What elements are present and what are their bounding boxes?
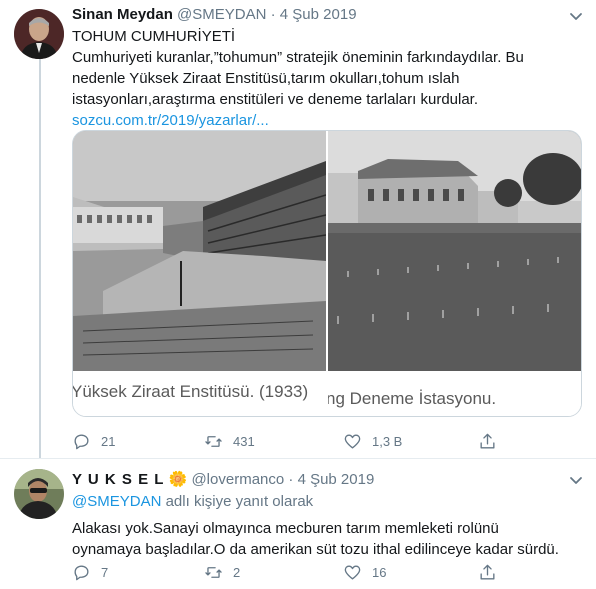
share-icon <box>480 564 495 580</box>
retweet-count: 2 <box>233 564 241 580</box>
photo-right-caption: ng Deneme İstasyonu. <box>328 389 497 408</box>
share-button[interactable] <box>478 430 507 452</box>
like-icon <box>344 433 361 449</box>
reply-icon <box>74 433 89 449</box>
tweet-actions: 7 2 16 <box>72 561 596 583</box>
reply-count: 7 <box>101 564 109 580</box>
chevron-down-icon[interactable] <box>566 470 586 490</box>
retweet-button[interactable]: 2 <box>204 561 240 583</box>
share-icon <box>480 433 495 449</box>
tweet-content: Y U K S E L 🌼 @lovermanco · 4 Şub 2019 @… <box>72 470 580 560</box>
author-handle[interactable]: @lovermanco <box>191 471 284 488</box>
author-handle[interactable]: @SMEYDAN <box>177 6 266 23</box>
author-name[interactable]: Y U K S E L <box>72 471 164 488</box>
tweet-header: Y U K S E L 🌼 @lovermanco · 4 Şub 2019 <box>72 470 580 490</box>
reply-context: @SMEYDAN adlı kişiye yanıt olarak <box>72 491 580 512</box>
avatar[interactable] <box>14 9 64 59</box>
tweet-body: Cumhuriyeti kuranlar,”tohumun” stratejik… <box>72 49 524 108</box>
like-button[interactable]: 16 <box>343 561 386 583</box>
share-button[interactable] <box>478 561 507 583</box>
retweet-icon <box>205 566 222 578</box>
avatar[interactable] <box>14 469 64 519</box>
like-count: 1,3 B <box>372 433 403 449</box>
photo-left-image <box>73 131 326 416</box>
separator: · <box>270 6 276 23</box>
retweet-count: 431 <box>233 433 255 449</box>
photo-left[interactable]: Yüksek Ziraat Enstitüsü. (1933) <box>73 131 326 416</box>
author-name[interactable]: Sinan Meydan <box>72 6 173 23</box>
reply-icon <box>74 564 89 580</box>
retweet-icon <box>205 435 222 447</box>
separator: · <box>288 471 294 488</box>
photo-right[interactable]: ng Deneme İstasyonu. <box>328 131 581 416</box>
tweet[interactable]: Sinan Meydan @SMEYDAN · 4 Şub 2019 TOHUM… <box>0 0 596 458</box>
reply-button[interactable]: 21 <box>72 430 115 452</box>
tweet-link[interactable]: sozcu.com.tr/2019/yazarlar/... <box>72 110 580 131</box>
reply-button[interactable]: 7 <box>72 561 108 583</box>
like-icon <box>344 564 361 580</box>
tweet-title: TOHUM CUMHURİYETİ <box>72 28 236 45</box>
retweet-button[interactable]: 431 <box>204 430 255 452</box>
tweet-date[interactable]: 4 Şub 2019 <box>280 6 357 23</box>
photo-left-caption: Yüksek Ziraat Enstitüsü. (1933) <box>73 382 309 401</box>
tweet[interactable]: Y U K S E L 🌼 @lovermanco · 4 Şub 2019 @… <box>0 459 596 589</box>
chevron-down-icon[interactable] <box>566 6 586 26</box>
reply-count: 21 <box>101 433 116 449</box>
tweet-content: Sinan Meydan @SMEYDAN · 4 Şub 2019 TOHUM… <box>72 5 580 131</box>
tweet-body: Alakası yok.Sanayi olmayınca mecburen ta… <box>72 520 559 558</box>
reply-suffix: adlı kişiye yanıt olarak <box>165 493 314 510</box>
reply-mention[interactable]: @SMEYDAN <box>72 493 161 510</box>
flower-emoji: 🌼 <box>168 471 188 488</box>
tweet-actions: 21 431 1,3 B <box>72 430 596 452</box>
tweet-date[interactable]: 4 Şub 2019 <box>298 471 375 488</box>
like-count: 16 <box>372 564 387 580</box>
like-button[interactable]: 1,3 B <box>343 430 402 452</box>
photo-right-image <box>328 131 581 416</box>
tweet-header: Sinan Meydan @SMEYDAN · 4 Şub 2019 <box>72 5 580 25</box>
link-card[interactable]: Yüksek Ziraat Enstitüsü. (1933) ng Denem… <box>72 130 582 417</box>
